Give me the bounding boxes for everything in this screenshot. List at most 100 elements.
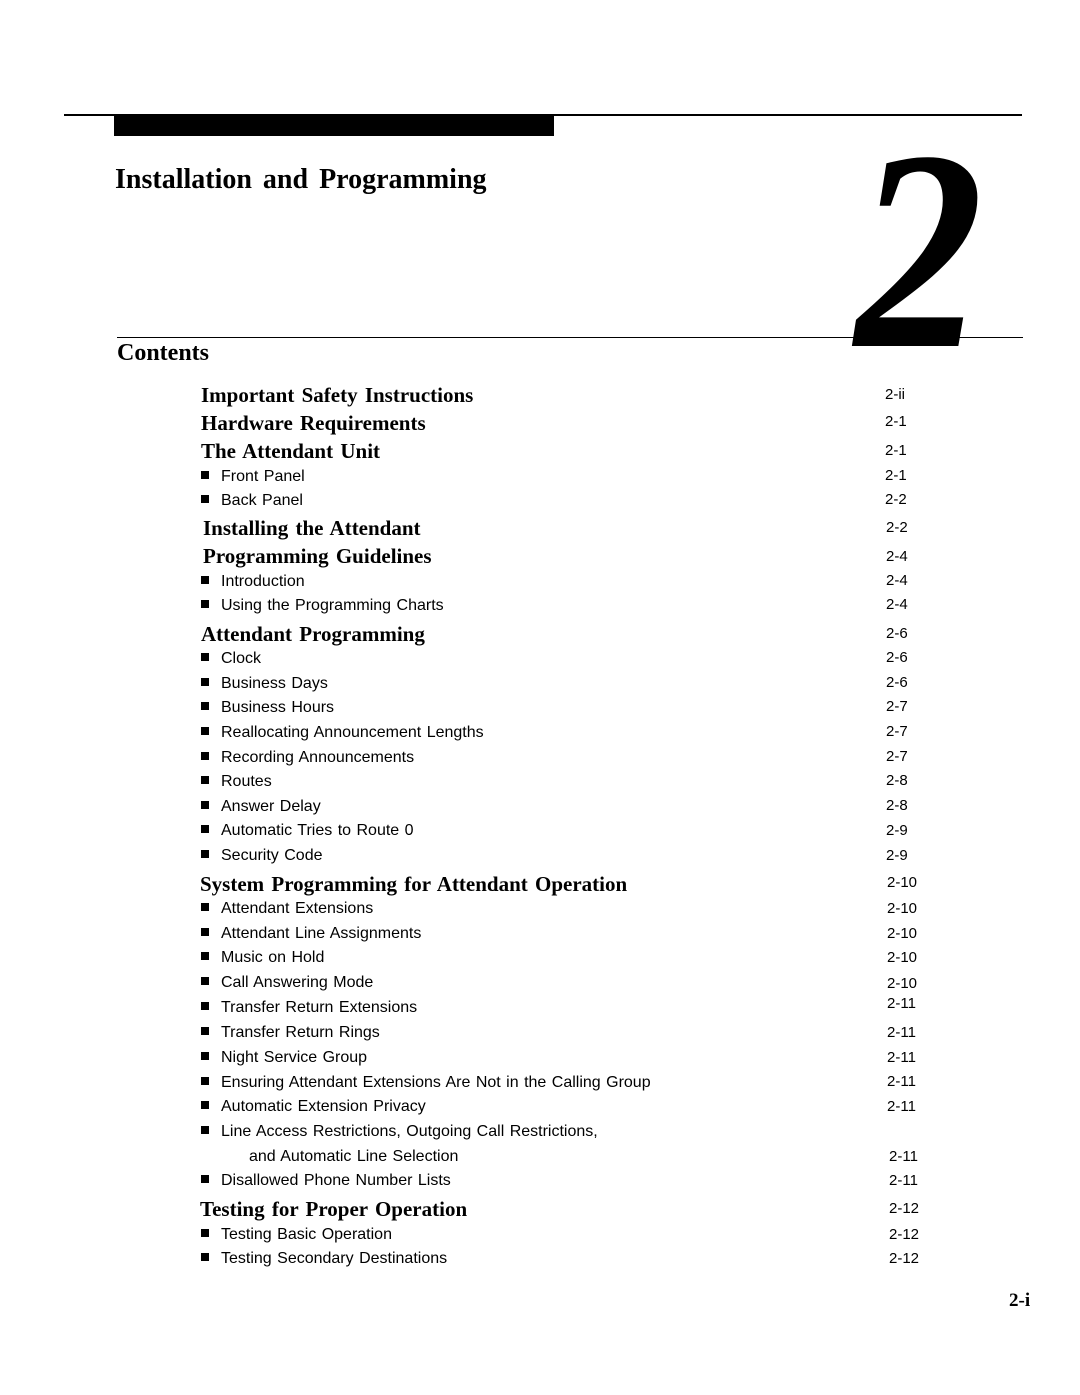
square-bullet-icon <box>201 1253 209 1261</box>
toc-subsection-entry: Transfer Return Extensions <box>201 999 417 1017</box>
square-bullet-icon <box>201 678 209 686</box>
toc-page-number: 2-7 <box>886 748 908 765</box>
toc-entry-label: Clock <box>221 650 262 667</box>
square-bullet-icon <box>201 1077 209 1085</box>
toc-subsection-entry: Business Hours <box>201 699 334 717</box>
page-folio: 2-i <box>1009 1290 1031 1311</box>
toc-page-number: 2-7 <box>886 723 908 740</box>
toc-page-number: 2-11 <box>887 995 916 1012</box>
toc-entry-label: Using the Programming Charts <box>221 597 444 614</box>
square-bullet-icon <box>201 471 209 479</box>
square-bullet-icon <box>201 801 209 809</box>
toc-section-entry: Installing the Attendant <box>203 516 421 541</box>
toc-entry-label: Introduction <box>221 573 305 590</box>
toc-subsection-entry: Front Panel <box>201 468 305 486</box>
toc-subsection-entry: Automatic Extension Privacy <box>201 1098 426 1116</box>
toc-page-number: 2-1 <box>885 413 907 430</box>
toc-entry-label: Testing for Proper Operation <box>200 1197 468 1221</box>
toc-subsection-entry: Transfer Return Rings <box>201 1024 380 1042</box>
toc-entry-label: Business Hours <box>221 699 335 716</box>
toc-entry-label: Transfer Return Rings <box>221 1024 380 1041</box>
toc-entry-label: Attendant Extensions <box>221 900 374 917</box>
toc-page-number: 2-10 <box>887 900 918 917</box>
toc-entry-label: Disallowed Phone Number Lists <box>221 1172 451 1189</box>
chapter-title: Installation and Programming <box>115 164 487 195</box>
toc-entry-label: Automatic Tries to Route 0 <box>221 822 414 839</box>
toc-entry-label: Hardware Requirements <box>201 411 426 435</box>
toc-entry-label: and Automatic Line Selection <box>249 1148 459 1165</box>
toc-entry-label: Programming Guidelines <box>203 544 432 568</box>
chapter-number: 2 <box>855 92 984 408</box>
toc-page-number: 2-10 <box>887 925 918 942</box>
toc-entry-label: Back Panel <box>221 492 303 509</box>
toc-entry-label: Call Answering Mode <box>221 974 374 991</box>
toc-section-entry: System Programming for Attendant Operati… <box>200 872 627 897</box>
toc-entry-label: Installing the Attendant <box>203 516 421 540</box>
toc-subsection-entry: Testing Basic Operation <box>201 1226 392 1244</box>
square-bullet-icon <box>201 1229 209 1237</box>
toc-page-number: 2-4 <box>886 548 908 565</box>
toc-page-number: 2-6 <box>886 649 908 666</box>
toc-entry-label: Important Safety Instructions <box>201 383 474 407</box>
toc-entry-label: Music on Hold <box>221 949 325 966</box>
toc-subsection-entry: Routes <box>201 773 272 791</box>
toc-page-number: 2-11 <box>889 1148 918 1165</box>
square-bullet-icon <box>201 600 209 608</box>
square-bullet-icon <box>201 776 209 784</box>
square-bullet-icon <box>201 825 209 833</box>
toc-page-number: 2-10 <box>887 874 918 891</box>
toc-subsection-entry: Line Access Restrictions, Outgoing Call … <box>201 1123 598 1141</box>
toc-page-number: 2-12 <box>889 1200 920 1217</box>
square-bullet-icon <box>201 727 209 735</box>
toc-page-number: 2-10 <box>887 975 918 992</box>
toc-page-number: 2-2 <box>885 491 907 508</box>
square-bullet-icon <box>201 576 209 584</box>
toc-page-number: 2-9 <box>886 822 908 839</box>
toc-page-number: 2-11 <box>887 1024 916 1041</box>
square-bullet-icon <box>201 1002 209 1010</box>
toc-entry-label: Attendant Line Assignments <box>221 925 422 942</box>
toc-entry-label: Transfer Return Extensions <box>221 999 418 1016</box>
toc-entry-label: Ensuring Attendant Extensions Are Not in… <box>221 1074 651 1091</box>
toc-subsection-entry: and Automatic Line Selection <box>225 1148 458 1166</box>
toc-page-number: 2-11 <box>887 1098 916 1115</box>
chapter-bar <box>114 116 554 136</box>
toc-entry-label: Reallocating Announcement Lengths <box>221 724 484 741</box>
toc-section-entry: Testing for Proper Operation <box>200 1197 467 1222</box>
toc-page-number: 2-11 <box>889 1172 918 1189</box>
toc-page-number: 2-12 <box>889 1226 920 1243</box>
toc-entry-label: Front Panel <box>221 468 305 485</box>
toc-entry-label: Answer Delay <box>221 798 321 815</box>
toc-section-entry: Important Safety Instructions <box>201 383 473 408</box>
toc-section-entry: Attendant Programming <box>201 622 425 647</box>
toc-subsection-entry: Attendant Line Assignments <box>201 925 421 943</box>
toc-page-number: 2-1 <box>885 467 907 484</box>
toc-page-number: 2-1 <box>885 442 907 459</box>
toc-page-number: 2-10 <box>887 949 918 966</box>
toc-subsection-entry: Night Service Group <box>201 1049 367 1067</box>
toc-subsection-entry: Back Panel <box>201 492 303 510</box>
toc-subsection-entry: Automatic Tries to Route 0 <box>201 822 414 840</box>
toc-section-entry: Programming Guidelines <box>203 544 432 569</box>
toc-subsection-entry: Using the Programming Charts <box>201 597 444 615</box>
toc-page-number: 2-6 <box>886 625 908 642</box>
toc-entry-label: Night Service Group <box>221 1049 368 1066</box>
toc-page-number: 2-9 <box>886 847 908 864</box>
toc-page-number: 2-8 <box>886 797 908 814</box>
toc-entry-label: The Attendant Unit <box>201 439 381 463</box>
toc-subsection-entry: Testing Secondary Destinations <box>201 1250 447 1268</box>
toc-entry-label: Testing Basic Operation <box>221 1226 392 1243</box>
toc-subsection-entry: Introduction <box>201 573 305 591</box>
toc-page-number: 2-6 <box>886 674 908 691</box>
toc-page-number: 2-4 <box>886 572 908 589</box>
toc-subsection-entry: Call Answering Mode <box>201 974 373 992</box>
toc-subsection-entry: Reallocating Announcement Lengths <box>201 724 484 742</box>
toc-subsection-entry: Disallowed Phone Number Lists <box>201 1172 451 1190</box>
square-bullet-icon <box>201 850 209 858</box>
toc-page-number: 2-12 <box>889 1250 920 1267</box>
toc-page-number: 2-4 <box>886 596 908 613</box>
square-bullet-icon <box>201 653 209 661</box>
toc-entry-label: Line Access Restrictions, Outgoing Call … <box>221 1123 598 1140</box>
toc-subsection-entry: Business Days <box>201 675 328 693</box>
square-bullet-icon <box>201 1126 209 1134</box>
